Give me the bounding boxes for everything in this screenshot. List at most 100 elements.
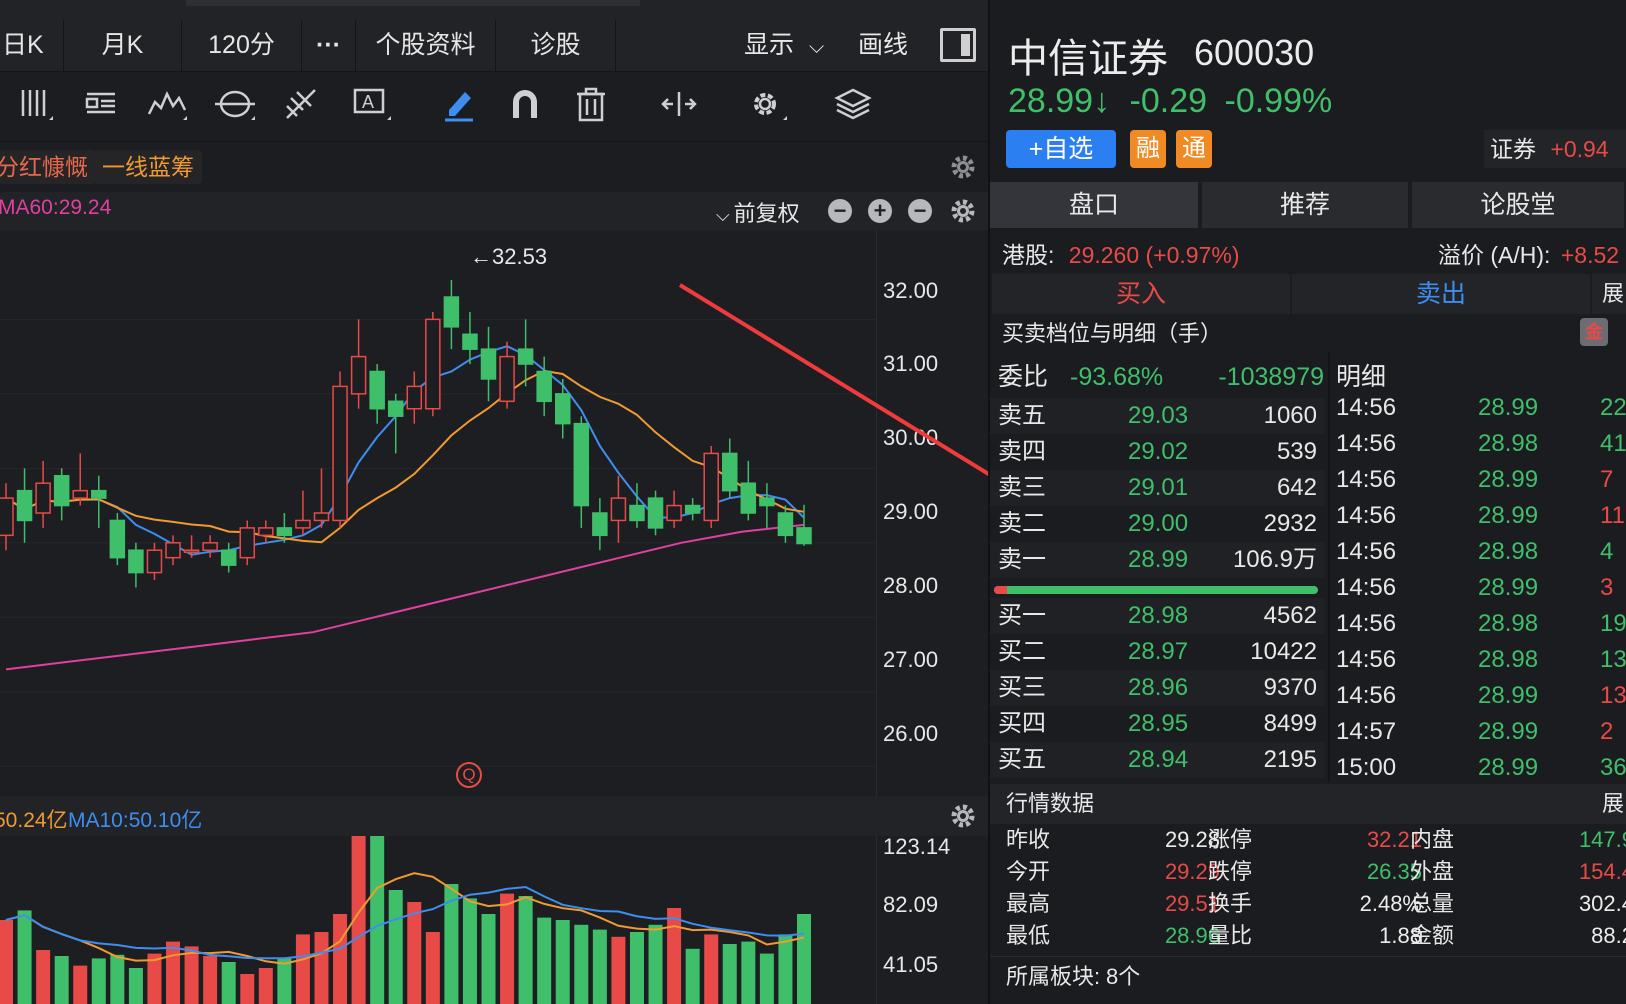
sector-row[interactable]: 所属板块: 8个: [990, 956, 1626, 1004]
candle-body: [425, 318, 441, 410]
volume-bar: [54, 956, 69, 1004]
volume-bar: [685, 948, 700, 1004]
tick-row[interactable]: 14:57 28.99 2: [1336, 714, 1626, 750]
candle: [369, 364, 385, 424]
market-key: 总量: [1410, 891, 1455, 916]
expand-tab[interactable]: 展: [1592, 274, 1626, 314]
trend-line-icon[interactable]: [144, 84, 190, 130]
minimize-icon[interactable]: −: [908, 199, 932, 223]
top-scroll-thumb[interactable]: [186, 0, 640, 6]
text-list-icon[interactable]: [78, 84, 124, 130]
candle-body: [0, 497, 14, 537]
tick-row[interactable]: 14:56 28.99 3: [1336, 570, 1626, 606]
tick-row[interactable]: 14:56 28.99 7: [1336, 462, 1626, 498]
market-row: 昨收29.28涨停32.21内盘147.9: [990, 824, 1626, 856]
tab-120min[interactable]: 120分: [182, 20, 302, 72]
fibonacci-icon[interactable]: [280, 84, 326, 130]
stock-name: 中信证券: [1008, 37, 1168, 81]
candle-body: [53, 475, 70, 507]
tick-list[interactable]: 14:56 28.99 22 14:56 28.98 41 14:56 28.99 7 14:56…: [990, 398, 1626, 782]
pen-icon[interactable]: [436, 84, 482, 130]
candle: [684, 498, 701, 521]
tick-row[interactable]: 15:00 28.99 360: [1336, 750, 1626, 782]
volume-bar: [0, 920, 13, 1004]
volume-bar: [611, 936, 626, 1004]
sector-count: 8个: [1106, 964, 1141, 989]
margin-badge[interactable]: 融: [1130, 130, 1166, 168]
tick-row[interactable]: 14:56 28.98 13: [1336, 642, 1626, 678]
candle: [350, 319, 367, 409]
tab-forum[interactable]: 论股堂: [1412, 182, 1626, 228]
candle-body: [146, 549, 163, 574]
horizontal-split-icon[interactable]: [656, 84, 702, 130]
zoom-out-icon[interactable]: −: [828, 199, 852, 223]
tick-time: 14:56: [1336, 502, 1397, 529]
q-marker[interactable]: Q: [456, 762, 482, 788]
tick-row[interactable]: 14:56 28.98 41: [1336, 426, 1626, 462]
display-dropdown[interactable]: 显示 ⌵: [744, 20, 824, 72]
market-expand[interactable]: 展: [1602, 784, 1624, 824]
buy-tab[interactable]: 买入: [992, 274, 1290, 314]
tab-month-k[interactable]: 月K: [64, 20, 182, 72]
vol-ma10-label: MA10:50.10亿: [68, 809, 203, 832]
tick-row[interactable]: 14:56 28.99 13: [1336, 678, 1626, 714]
panel-toggle-icon[interactable]: [940, 28, 976, 62]
tick-volume: 11: [1600, 502, 1625, 529]
tick-row[interactable]: 14:56 28.99 11: [1336, 498, 1626, 534]
bars-icon[interactable]: [12, 84, 58, 130]
draw-line-button[interactable]: 画线: [858, 20, 908, 72]
candle: [295, 490, 311, 536]
layers-icon[interactable]: [830, 84, 876, 130]
volume-bar: [203, 956, 218, 1004]
premium-value: +8.52: [1560, 242, 1620, 268]
gear-icon[interactable]: [948, 196, 978, 226]
tick-row[interactable]: 14:56 28.99 22: [1336, 398, 1626, 426]
cycle-icon[interactable]: [212, 84, 258, 130]
kline-svg[interactable]: [0, 230, 988, 796]
tab-stock-profile[interactable]: 个股资料: [356, 20, 496, 72]
candle-body: [220, 549, 237, 566]
trash-icon[interactable]: [568, 84, 614, 130]
kline-chart[interactable]: 32.00 31.00 30.00 29.00 28.00 27.00 26.0…: [0, 230, 988, 796]
adjust-dropdown[interactable]: ⌵ 前复权: [716, 196, 800, 228]
sector-chip[interactable]: 证券 +0.94: [1484, 130, 1626, 168]
connect-badge[interactable]: 通: [1176, 130, 1212, 168]
orderbook-section-title: 买卖档位与明细（手）: [1002, 321, 1223, 346]
hk-label: 港股:: [1002, 242, 1055, 268]
candle-body: [647, 497, 664, 529]
zoom-in-icon[interactable]: +: [868, 199, 892, 223]
market-key: 跌停: [1208, 859, 1253, 884]
market-key: 今开: [1006, 859, 1051, 884]
add-watchlist-button[interactable]: +自选: [1006, 130, 1116, 168]
candle-body: [35, 482, 51, 514]
sell-tab[interactable]: 卖出: [1292, 274, 1590, 314]
tab-diagnose[interactable]: 诊股: [496, 20, 616, 72]
tag-bluechip[interactable]: 一线蓝筹: [94, 150, 202, 184]
webi-row: 委比 -93.68% -1038979: [990, 352, 1326, 402]
market-key: 金额: [1410, 923, 1455, 948]
hk-value: 29.260 (+0.97%): [1068, 242, 1240, 268]
volume-chart[interactable]: 123.14 82.09 41.05: [0, 824, 988, 1004]
gear-icon[interactable]: [948, 152, 978, 182]
tick-volume: 13: [1600, 682, 1626, 709]
text-annotation-icon[interactable]: A: [348, 84, 394, 130]
magnet-icon[interactable]: [502, 84, 548, 130]
volume-svg[interactable]: [0, 824, 988, 1004]
tag-dividend[interactable]: 分红慷慨: [0, 150, 96, 184]
gear-icon[interactable]: [948, 801, 978, 831]
tick-row[interactable]: 14:56 28.98 4: [1336, 534, 1626, 570]
vol-ma5-label: 50.24亿: [0, 809, 68, 832]
candle: [647, 490, 664, 536]
market-key: 昨收: [1006, 827, 1051, 852]
candle-body: [759, 497, 775, 507]
lock-icon[interactable]: 金: [1580, 318, 1608, 346]
candle-body: [573, 422, 590, 507]
tick-row[interactable]: 14:56 28.98 19: [1336, 606, 1626, 642]
tab-day-k[interactable]: 日K: [0, 20, 64, 72]
tab-orderbook[interactable]: 盘口: [990, 182, 1200, 228]
tab-recommend[interactable]: 推荐: [1202, 182, 1410, 228]
market-title: 行情数据: [1006, 791, 1095, 816]
settings-gear-icon[interactable]: [744, 84, 790, 130]
chevron-down-icon: ⌵: [808, 36, 825, 58]
tab-more[interactable]: ···: [302, 20, 356, 72]
